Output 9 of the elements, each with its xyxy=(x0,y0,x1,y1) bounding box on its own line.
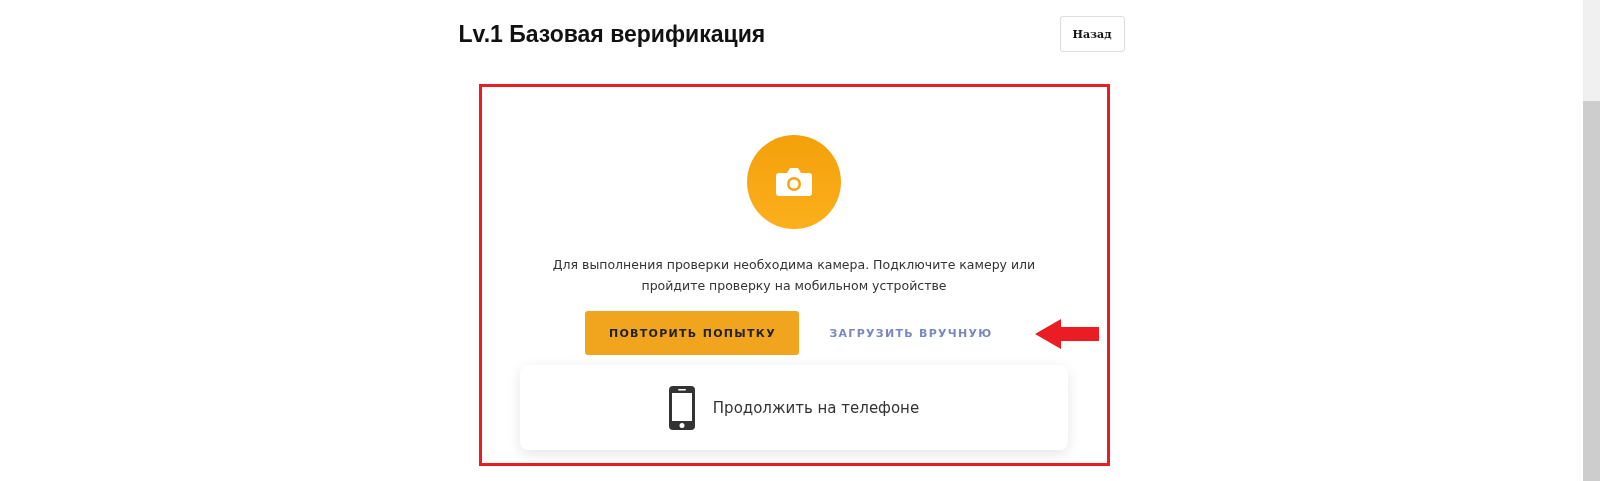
retry-button[interactable]: ПОВТОРИТЬ ПОПЫТКУ xyxy=(585,311,800,355)
back-button[interactable]: Назад xyxy=(1059,16,1125,52)
scrollbar[interactable] xyxy=(1583,0,1600,481)
phone-icon xyxy=(668,385,695,430)
camera-message: Для выполнения проверки необходима камера. Подключите камеру или пройдите проверку на мобильном устройстве xyxy=(551,256,1037,295)
arrow-icon xyxy=(1034,319,1099,349)
page-title: Lv.1 Базовая верификация xyxy=(458,20,766,48)
continue-on-phone-button[interactable]: Продолжить на телефоне xyxy=(520,365,1068,450)
camera-icon xyxy=(775,167,813,197)
